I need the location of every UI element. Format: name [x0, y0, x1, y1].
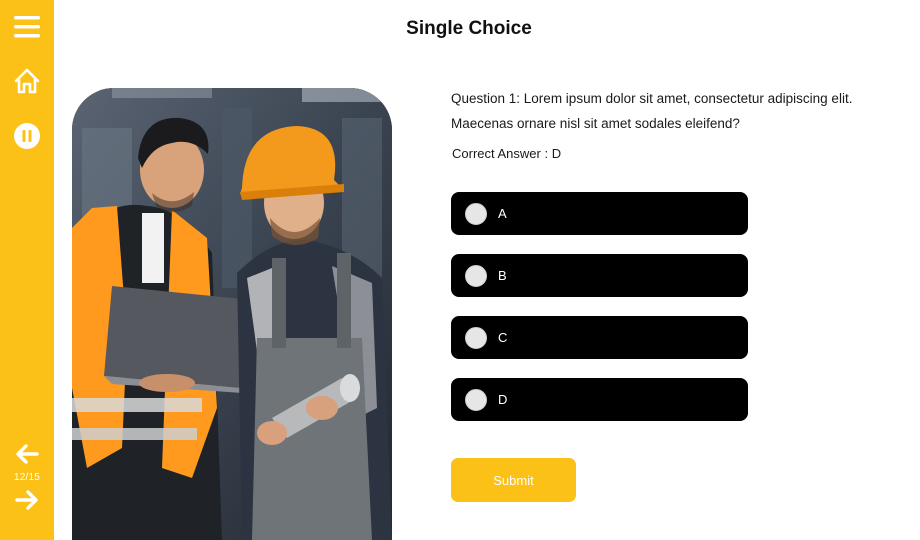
- quiz-screen: 12/15 Single Choice Question 1: Lorem ip…: [0, 0, 920, 540]
- correct-answer-text: Correct Answer : D: [452, 146, 562, 161]
- option-a[interactable]: A: [451, 192, 748, 235]
- option-c-label: C: [498, 330, 508, 345]
- radio-d[interactable]: [465, 388, 487, 411]
- option-c[interactable]: C: [451, 316, 748, 359]
- radio-c[interactable]: [465, 326, 487, 349]
- submit-button[interactable]: Submit: [451, 458, 576, 502]
- workers-illustration: [72, 88, 392, 540]
- option-b-label: B: [498, 268, 507, 283]
- previous-page-button[interactable]: [0, 442, 54, 466]
- radio-b[interactable]: [465, 264, 487, 287]
- radio-a[interactable]: [465, 202, 487, 225]
- arrow-right-icon: [15, 490, 38, 510]
- pause-icon: [14, 123, 40, 149]
- sidebar: 12/15: [0, 0, 54, 540]
- menu-button[interactable]: [0, 10, 54, 44]
- home-button[interactable]: [0, 62, 54, 100]
- option-b[interactable]: B: [451, 254, 748, 297]
- menu-icon: [14, 16, 40, 38]
- pause-button[interactable]: [0, 118, 54, 154]
- question-text: Question 1: Lorem ipsum dolor sit amet, …: [451, 91, 853, 131]
- home-icon: [14, 68, 40, 94]
- page-counter: 12/15: [13, 472, 41, 483]
- option-d[interactable]: D: [451, 378, 748, 421]
- arrow-left-icon: [16, 444, 39, 464]
- option-a-label: A: [498, 206, 507, 221]
- option-d-label: D: [498, 392, 508, 407]
- page-title: Single Choice: [406, 18, 532, 39]
- next-page-button[interactable]: [0, 488, 54, 512]
